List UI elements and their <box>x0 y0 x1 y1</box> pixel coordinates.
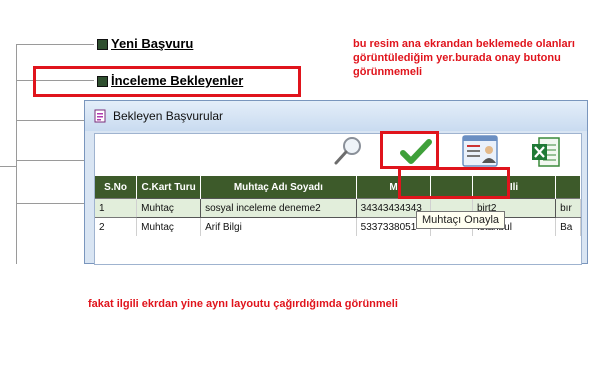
column-header[interactable]: C.Kart Turu <box>136 176 202 199</box>
approve-tooltip: Muhtaçı Onayla <box>416 211 506 229</box>
pending-applications-window: Bekleyen Başvurular S.No C.Kart Turu Muh… <box>84 100 588 265</box>
column-header[interactable] <box>555 176 581 199</box>
excel-icon[interactable] <box>531 136 561 170</box>
tree-branch <box>16 160 84 161</box>
table-cell[interactable]: 2 <box>95 217 138 236</box>
table-cell[interactable]: Muhtaç <box>136 198 202 218</box>
table-cell[interactable]: Ba <box>555 217 581 236</box>
tree-branch <box>0 166 16 167</box>
table-cell[interactable]: Arif Bilgi <box>200 217 357 236</box>
id-card-icon[interactable] <box>461 134 499 170</box>
table-cell[interactable]: sosyal inceleme deneme2 <box>200 198 357 218</box>
table-row[interactable]: 1 Muhtaç sosyal inceleme deneme2 3434343… <box>95 198 581 218</box>
table-row[interactable]: 2 Muhtaç Arif Bilgi 5337338051 İstanbul … <box>95 217 581 236</box>
annotation-top: bu resim ana ekrandan beklemede olanları… <box>353 38 575 78</box>
table-cell[interactable]: 1 <box>95 198 138 218</box>
column-header[interactable]: S.No <box>95 176 138 199</box>
tree-branch <box>16 203 84 204</box>
highlight-box <box>33 66 301 97</box>
window-title: Bekleyen Başvurular <box>113 109 224 123</box>
menu-item-yeni-basvuru[interactable]: Yeni Başvuru <box>111 36 193 51</box>
table-cell[interactable]: bır <box>555 198 581 218</box>
tree-line <box>16 44 17 264</box>
title-bar: Bekleyen Başvurular <box>85 101 587 131</box>
annotation-bottom: fakat ilgili ekrdan yine aynı layoutu ça… <box>88 298 398 310</box>
magnifier-icon[interactable] <box>331 134 365 168</box>
column-header[interactable]: Muhtaç Adı Soyadı <box>200 176 357 199</box>
window-content: S.No C.Kart Turu Muhtaç Adı Soyadı M Ili… <box>94 133 582 265</box>
table-cell[interactable]: Muhtaç <box>136 217 202 236</box>
document-icon <box>94 109 106 123</box>
bullet-icon <box>97 39 108 50</box>
tree-branch <box>16 120 84 121</box>
highlight-box <box>380 131 439 169</box>
highlight-box <box>398 167 510 199</box>
tree-branch <box>16 44 94 45</box>
